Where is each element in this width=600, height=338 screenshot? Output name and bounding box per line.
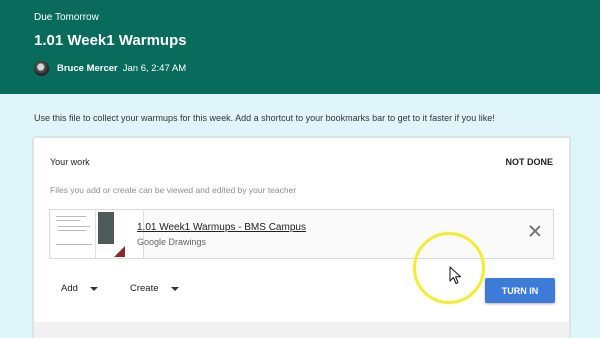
assignment-title: 1.01 Week1 Warmups <box>34 32 187 49</box>
close-icon[interactable] <box>527 223 543 239</box>
post-date: Jan 6, 2:47 AM <box>122 63 187 74</box>
due-date-label: Due Tomorrow <box>34 12 99 23</box>
assignment-header: Due Tomorrow 1.01 Week1 Warmups Bruce Me… <box>0 0 600 94</box>
work-hint: Files you add or create can be viewed an… <box>50 185 297 195</box>
attachment-type: Google Drawings <box>137 237 207 247</box>
mouse-pointer-icon <box>449 266 461 284</box>
chevron-down-icon <box>89 286 98 291</box>
add-label: Add <box>61 283 78 294</box>
assignment-description: Use this file to collect your warmups fo… <box>34 113 495 123</box>
author-row: Bruce Mercer Jan 6, 2:47 AM <box>34 61 186 76</box>
thumbnail-preview <box>98 212 114 244</box>
attachment-thumbnail[interactable] <box>52 211 144 258</box>
drawings-icon <box>114 246 125 257</box>
attachment-name-link[interactable]: 1.01 Week1 Warmups - BMS Campus <box>137 222 306 233</box>
your-work-card: Your work NOT DONE Files you add or crea… <box>33 137 570 338</box>
card-footer <box>34 322 569 338</box>
chevron-down-icon <box>170 286 179 291</box>
thumbnail-page <box>52 211 96 258</box>
status-badge: NOT DONE <box>505 157 553 167</box>
your-work-heading: Your work <box>50 157 90 167</box>
create-label: Create <box>130 283 159 294</box>
turn-in-button[interactable]: TURN IN <box>485 278 555 303</box>
avatar <box>34 61 49 76</box>
add-menu-button[interactable]: Add <box>61 283 98 294</box>
author-name: Bruce Mercer <box>57 63 118 74</box>
create-menu-button[interactable]: Create <box>130 283 179 294</box>
